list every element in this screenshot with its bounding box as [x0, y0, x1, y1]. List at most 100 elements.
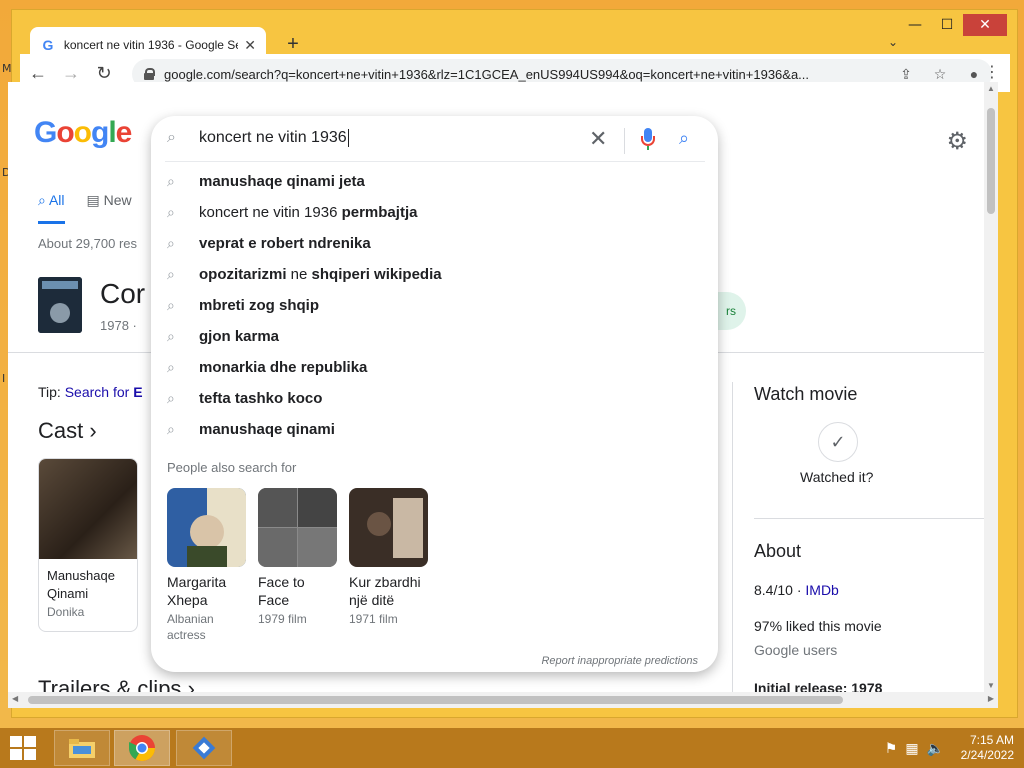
cast-heading[interactable]: Cast › [38, 418, 97, 444]
watched-check-button[interactable]: ✓ [818, 422, 858, 462]
search-icon: ⌕ [167, 390, 175, 406]
suggestion-text: gjon karma [199, 328, 279, 345]
search-box[interactable]: ⌕ koncert ne vitin 1936 ✕ ⌕ [151, 116, 718, 162]
side-divider [732, 382, 733, 692]
entity-image [258, 488, 337, 567]
tip-label: Tip: [38, 384, 61, 400]
search-icon: ⌕ [167, 266, 175, 282]
liked-percentage: 97% liked this movie [754, 618, 882, 634]
trailers-heading-label: Trailers & clips [38, 676, 182, 692]
suggestion-item[interactable]: ⌕ monarkia dhe republika [151, 352, 718, 383]
tab-title: koncert ne vitin 1936 - Google Search [63, 38, 238, 52]
chrome-menu-icon[interactable]: ⋮ [984, 62, 1000, 82]
entity-card[interactable]: Kur zbardhi një ditë 1971 film [349, 488, 428, 643]
initial-release: Initial release: 1978 [754, 680, 883, 692]
tip-search-link[interactable]: Search for [65, 384, 130, 400]
imdb-link[interactable]: IMDb [805, 582, 838, 598]
entity-photo [167, 488, 246, 567]
rating-value: 8.4/10 [754, 582, 793, 598]
app-diamond-icon [192, 736, 216, 760]
suggestion-text: opozitarizmi ne shqiperi wikipedia [199, 266, 442, 283]
horizontal-scrollbar[interactable]: ◀ ▶ [8, 692, 998, 708]
entity-subtitle: 1971 film [349, 612, 398, 626]
file-explorer-taskbar-button[interactable] [54, 730, 110, 766]
suggestion-text: mbreti zog shqip [199, 297, 319, 314]
entity-image [167, 488, 246, 567]
chrome-taskbar-button[interactable] [114, 730, 170, 766]
autocomplete-dropdown: ⌕ koncert ne vitin 1936 ✕ ⌕ ⌕ manushaqe q… [151, 116, 718, 672]
settings-gear-icon[interactable]: ⚙ [946, 127, 968, 156]
search-input[interactable]: koncert ne vitin 1936 [199, 129, 349, 147]
url-text[interactable]: google.com/search?q=koncert+ne+vitin+193… [164, 67, 864, 82]
clock-date: 2/24/2022 [960, 748, 1014, 762]
report-predictions-link[interactable]: Report inappropriate predictions [541, 655, 698, 667]
taskbar: ⚑ ▦ 🔈 7:15 AM 2/24/2022 [0, 728, 1024, 768]
entity-card[interactable]: Face to Face 1979 film [258, 488, 337, 643]
scroll-right-arrow-icon[interactable]: ▶ [988, 694, 994, 703]
suggestion-item[interactable]: ⌕ manushaqe qinami [151, 414, 718, 445]
clear-icon[interactable]: ✕ [589, 126, 607, 152]
search-icon: ⌕ [167, 421, 175, 437]
entity-name: Margarita Xhepa [167, 574, 227, 608]
clock-time: 7:15 AM [969, 733, 1014, 747]
suggestion-list: ⌕ manushaqe qinami jeta ⌕ koncert ne vitin … [151, 166, 718, 445]
entity-photo [258, 488, 337, 567]
suggestion-text-part: mbreti zog shqip [199, 297, 319, 314]
desktop-icon-label: I [2, 372, 6, 385]
scroll-down-arrow-icon[interactable]: ▼ [987, 681, 995, 690]
profile-avatar-icon[interactable]: ● [964, 64, 984, 84]
tab-news[interactable]: ▤ New [87, 192, 132, 224]
suggestion-text-part: ne [286, 266, 312, 283]
entity-name: Kur zbardhi një ditë [349, 574, 421, 608]
clock[interactable]: 7:15 AM 2/24/2022 [961, 733, 1014, 763]
scrollbar-thumb[interactable] [987, 108, 995, 214]
trailers-heading[interactable]: Trailers & clips › [38, 676, 195, 692]
tab-all-label: All [48, 192, 65, 208]
suggestion-item[interactable]: ⌕ gjon karma [151, 321, 718, 352]
cast-name: Manushaqe Qinami [47, 568, 115, 601]
watched-label: Watched it? [800, 469, 874, 485]
windows-start-icon[interactable] [10, 736, 38, 760]
flag-notification-icon[interactable]: ⚑ [885, 740, 898, 757]
suggestion-item[interactable]: ⌕ veprat e robert ndrenika [151, 228, 718, 259]
suggestion-text: manushaqe qinami jeta [199, 173, 365, 190]
network-icon[interactable]: ▦ [905, 740, 918, 757]
google-logo[interactable]: Google [34, 116, 132, 150]
suggestion-item[interactable]: ⌕ opozitarizmi ne shqiperi wikipedia [151, 259, 718, 290]
share-icon[interactable]: ⇪ [896, 64, 916, 84]
chevron-right-icon: › [89, 418, 97, 443]
search-submit-icon[interactable]: ⌕ [679, 128, 689, 149]
suggestion-item[interactable]: ⌕ manushaqe qinami jeta [151, 166, 718, 197]
volume-muted-icon[interactable]: 🔈 [927, 740, 944, 757]
bookmark-star-icon[interactable]: ☆ [930, 64, 950, 84]
liked-source: Google users [754, 642, 838, 658]
chevron-right-icon: › [187, 676, 195, 692]
google-favicon-icon: G [42, 37, 54, 53]
cast-card[interactable]: Manushaqe Qinami Donika [38, 458, 138, 632]
chrome-icon [128, 735, 156, 762]
entity-card[interactable]: Margarita Xhepa Albanian actress [167, 488, 246, 643]
people-also-search-cards: Margarita Xhepa Albanian actress Face to… [167, 488, 428, 643]
scroll-left-arrow-icon[interactable]: ◀ [12, 694, 18, 703]
close-tab-icon[interactable]: ✕ [244, 37, 256, 54]
suggestion-item[interactable]: ⌕ tefta tashko koco [151, 383, 718, 414]
entity-image [349, 488, 428, 567]
tab-search-chevron-icon[interactable]: ⌄ [888, 35, 898, 49]
divider [624, 128, 625, 154]
suggestion-item[interactable]: ⌕ koncert ne vitin 1936 permbajtja [151, 197, 718, 228]
scrollbar-thumb[interactable] [28, 696, 843, 704]
scroll-up-arrow-icon[interactable]: ▲ [987, 84, 995, 93]
entity-subtitle: 1979 film [258, 612, 307, 626]
suggestion-item[interactable]: ⌕ mbreti zog shqip [151, 290, 718, 321]
search-tip: Tip: Search for E [38, 384, 143, 400]
watch-movie-heading: Watch movie [754, 384, 858, 404]
suggestion-text-part: gjon karma [199, 328, 280, 345]
movie-poster-thumbnail[interactable] [38, 277, 82, 333]
lock-icon[interactable] [144, 68, 155, 80]
tip-search-term[interactable]: E [133, 384, 142, 400]
vertical-scrollbar[interactable]: ▲ ▼ [984, 82, 998, 692]
app-taskbar-button[interactable] [176, 730, 232, 766]
rating: 8.4/10 · IMDb [754, 582, 839, 598]
microphone-icon[interactable] [640, 128, 656, 150]
tab-all[interactable]: ⌕ All [38, 192, 65, 224]
